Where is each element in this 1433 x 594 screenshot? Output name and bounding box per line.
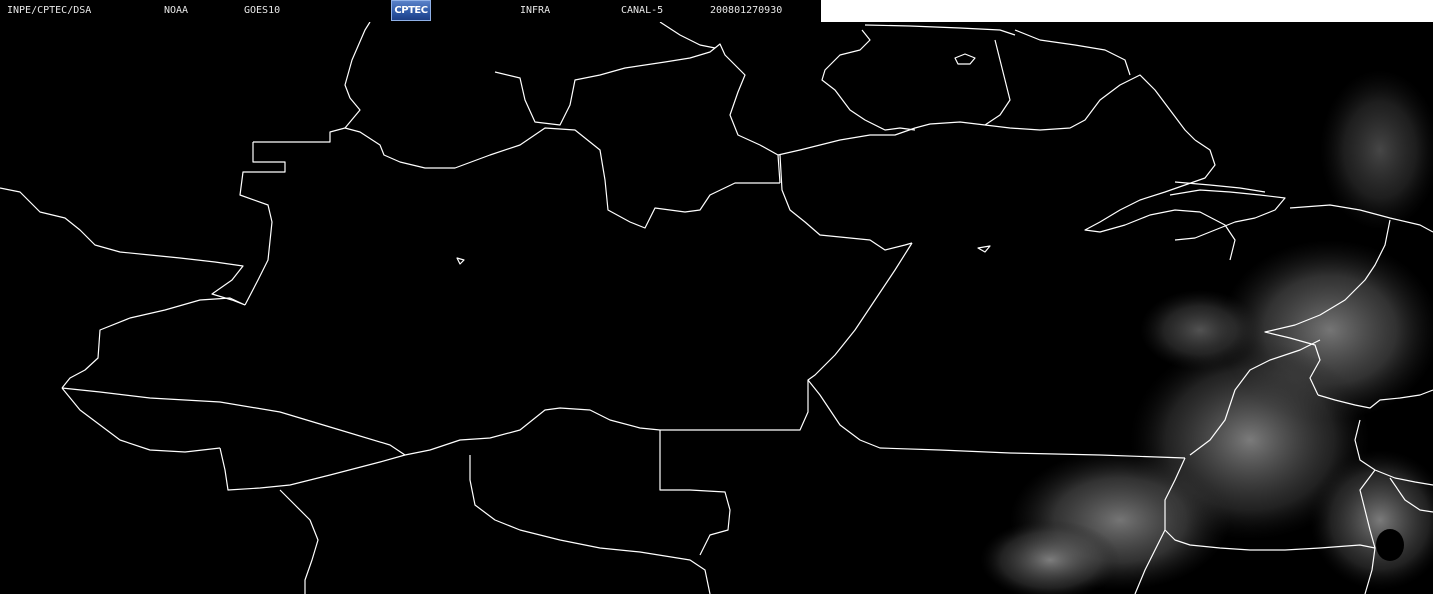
border-guyana-coast: [821, 29, 916, 131]
border-amazonas-south: [61, 380, 809, 456]
header-blank-area: [821, 0, 1433, 22]
speck-2: [977, 245, 991, 253]
image-header-bar: INPE/CPTEC/DSA NOAA GOES10 CPTEC INFRA C…: [0, 0, 821, 22]
border-rondonia: [469, 455, 711, 594]
border-suriname: [984, 74, 1196, 141]
border-para-mato-grosso: [807, 242, 1186, 459]
border-venezuela-west: [239, 142, 286, 306]
border-acre-south: [279, 489, 319, 594]
satellite-label: GOES10: [244, 5, 281, 16]
border-peru-west: [61, 387, 221, 453]
border-suriname-west: [984, 39, 1011, 126]
cptec-logo-text: CPTEC: [394, 5, 428, 16]
border-french-guiana: [1014, 29, 1131, 76]
satellite-image-viewer: INPE/CPTEC/DSA NOAA GOES10 CPTEC INFRA C…: [0, 0, 1433, 594]
institution-label: INPE/CPTEC/DSA: [7, 5, 92, 16]
satellite-map: [0, 21, 1433, 594]
border-lake: [954, 53, 976, 65]
channel-label: CANAL-5: [621, 5, 664, 16]
timestamp-label: 200801270930: [710, 5, 783, 16]
coast-islands: [1169, 189, 1286, 241]
border-guyana: [777, 121, 986, 156]
product-label: INFRA: [520, 5, 551, 16]
border-guiana-top: [864, 24, 1016, 36]
cptec-logo: CPTEC: [391, 0, 431, 21]
border-north-west: [0, 187, 246, 306]
coast-amazon-2: [1174, 181, 1266, 193]
border-acre: [219, 447, 406, 491]
border-venezuela: [344, 21, 371, 129]
coast-amazon-mouth: [1084, 139, 1236, 261]
speck-1: [456, 257, 465, 265]
border-colombia-brazil: [253, 127, 780, 229]
border-peru-brazil: [61, 297, 246, 389]
border-amazonas-para: [779, 154, 913, 251]
border-rondonia-east: [659, 430, 731, 556]
border-venezuela-east: [659, 21, 716, 49]
agency-label: NOAA: [164, 5, 189, 16]
border-venezuela-north: [494, 43, 781, 184]
cloud-imagery: [975, 22, 1433, 594]
